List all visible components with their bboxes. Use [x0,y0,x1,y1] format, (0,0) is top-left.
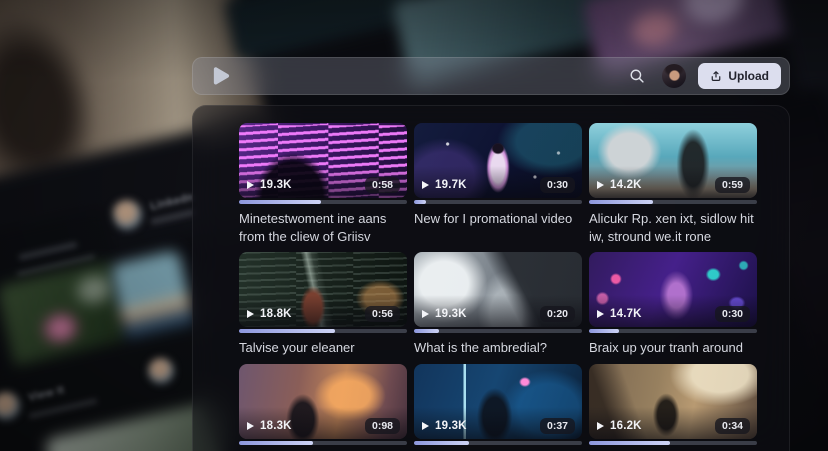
upload-button-label: Upload [728,69,769,83]
progress-bar [414,200,582,204]
play-logo-icon[interactable] [211,66,230,87]
video-card[interactable]: 16.2K 0:34 [589,363,757,451]
play-icon [597,310,604,319]
play-icon [597,421,604,430]
thumbnail-stats: 18.8K 0:56 [239,306,407,327]
duration-badge: 0:37 [539,417,575,434]
video-card[interactable]: 19.3K 0:58 Minetestwoment ine aans from … [239,123,407,246]
thumbnail-stats: 19.3K 0:58 [239,177,407,198]
video-title: Talvise your eleaner [239,340,355,356]
progress-fill [589,329,620,334]
bg-avatar [148,358,174,384]
progress-fill [589,440,670,445]
view-count: 18.8K [260,308,292,321]
duration-badge: 0:20 [539,306,575,323]
view-count: 19.3K [260,179,292,191]
video-card[interactable]: 14.7K 0:30 Braix up your tranh around [589,252,757,357]
play-icon [422,310,429,319]
view-count: 14.7K [610,308,642,321]
progress-bar [239,329,407,334]
progress-fill [239,440,313,445]
video-card[interactable]: 18.3K 0:98 [239,363,407,451]
user-avatar[interactable] [662,64,687,88]
video-card[interactable]: 19.3K 0:20 What is the ambredial? [414,252,582,357]
video-thumbnail[interactable]: 19.3K 0:37 [414,363,582,439]
video-thumbnail[interactable]: 18.8K 0:56 [239,252,407,328]
video-grid: 19.3K 0:58 Minetestwoment ine aans from … [239,123,757,451]
progress-bar [589,200,757,204]
thumbnail-stats: 19.7K 0:30 [414,177,582,198]
video-card[interactable]: 18.8K 0:56 Talvise your eleaner [239,252,407,357]
duration-badge: 0:56 [364,306,400,323]
play-icon [247,310,254,319]
video-card[interactable]: 14.2K 0:59 Alicukr Rp. xen ixt, sidlow h… [589,123,757,246]
progress-fill [414,440,470,445]
progress-bar [414,329,582,334]
upload-icon [710,70,722,82]
progress-bar [589,440,757,445]
progress-fill [589,200,653,204]
progress-fill [239,329,335,334]
thumbnail-stats: 19.3K 0:37 [414,417,582,439]
video-thumbnail[interactable]: 19.3K 0:58 [239,123,407,198]
progress-fill [239,200,322,204]
progress-fill [414,329,440,334]
play-icon [422,421,429,430]
video-title: Minetestwoment ine aans from the cliew o… [239,211,387,245]
view-count: 14.2K [610,179,642,191]
view-count: 19.3K [435,419,467,432]
play-icon [422,181,429,189]
progress-fill [414,200,426,204]
bg-avatar [112,200,142,230]
duration-badge: 0:59 [714,177,750,193]
video-thumbnail[interactable]: 14.7K 0:30 [589,252,757,328]
video-title: New for I promational video [414,211,573,226]
play-icon [597,181,604,189]
search-icon[interactable] [624,63,650,89]
progress-bar [589,329,757,334]
duration-badge: 0:34 [714,417,750,434]
duration-badge: 0:30 [539,177,575,193]
video-thumbnail[interactable]: 16.2K 0:34 [589,363,757,439]
view-count: 18.3K [260,419,292,432]
thumbnail-stats: 18.3K 0:98 [239,417,407,439]
progress-bar [239,200,407,204]
play-icon [247,421,254,430]
video-title: Alicukr Rp. xen ixt, sidlow hit iw, stro… [589,211,754,245]
thumbnail-stats: 19.3K 0:20 [414,306,582,327]
view-count: 19.7K [435,179,467,191]
video-card[interactable]: 19.7K 0:30 New for I promational video [414,123,582,246]
view-count: 19.3K [435,308,467,321]
duration-badge: 0:30 [714,306,750,323]
video-card[interactable]: 19.3K 0:37 [414,363,582,451]
video-title: Braix up your tranh around [589,340,743,356]
play-icon [247,181,254,189]
video-thumbnail[interactable]: 14.2K 0:59 [589,123,757,198]
header-bar: Upload [192,57,790,95]
content-panel: 19.3K 0:58 Minetestwoment ine aans from … [192,105,790,451]
thumbnail-stats: 14.2K 0:59 [589,177,757,198]
app-window: Linkedn View It Upload 19.3K 0:58 Minete… [0,0,828,451]
video-thumbnail[interactable]: 18.3K 0:98 [239,363,407,439]
progress-bar [414,440,582,445]
duration-badge: 0:98 [364,417,400,434]
progress-bar [239,440,407,445]
thumbnail-stats: 14.7K 0:30 [589,306,757,327]
upload-button[interactable]: Upload [698,63,781,89]
duration-badge: 0:58 [364,177,400,193]
thumbnail-stats: 16.2K 0:34 [589,417,757,439]
video-thumbnail[interactable]: 19.7K 0:30 [414,123,582,198]
video-thumbnail[interactable]: 19.3K 0:20 [414,252,582,328]
bg-card-top [223,0,418,62]
view-count: 16.2K [610,419,642,432]
video-title: What is the ambredial? [414,340,547,356]
